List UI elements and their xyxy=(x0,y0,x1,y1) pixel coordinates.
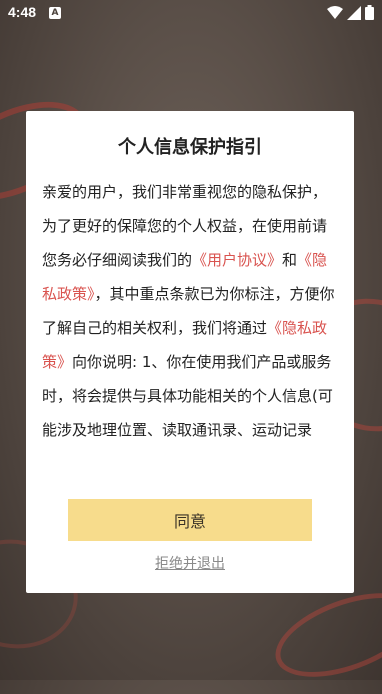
privacy-dialog: 个人信息保护指引 亲爱的用户，我们非常重视您的隐私保护，为了更好的保障您的个人权… xyxy=(26,111,354,593)
body-text: 向你说明: 1、你在使用我们产品或服务时，将会提供与具体功能相关的个人信息(可能… xyxy=(42,353,333,439)
signal-icon xyxy=(347,5,361,20)
notification-icon: A xyxy=(49,7,61,19)
wifi-icon xyxy=(327,5,343,19)
status-time: 4:48 xyxy=(8,4,37,20)
body-text: 和 xyxy=(282,251,298,269)
user-agreement-link[interactable]: 《用户协议》 xyxy=(192,251,282,269)
background-decoration xyxy=(264,576,382,694)
status-bar: 4:48 A xyxy=(0,0,382,26)
dialog-title: 个人信息保护指引 xyxy=(118,137,262,158)
agree-button[interactable]: 同意 xyxy=(68,499,312,541)
battery-icon xyxy=(365,5,374,20)
refuse-exit-link[interactable]: 拒绝并退出 xyxy=(26,553,354,573)
dialog-body: 亲爱的用户，我们非常重视您的隐私保护，为了更好的保障您的个人权益，在使用前请您务… xyxy=(42,175,340,471)
status-icons xyxy=(327,5,374,20)
